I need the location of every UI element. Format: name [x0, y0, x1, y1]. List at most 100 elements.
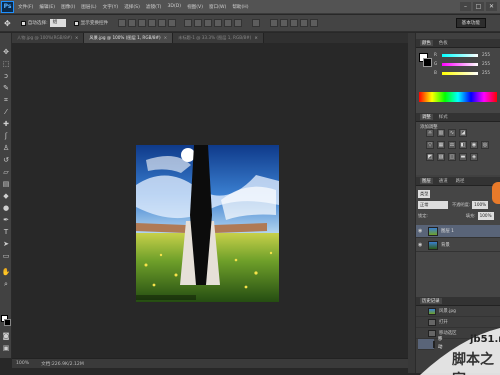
menu-layer[interactable]: 图层(L) [81, 4, 96, 10]
blur-tool-icon[interactable]: ◆ [1, 191, 11, 201]
3d-scale-icon[interactable] [310, 19, 319, 27]
tab-person[interactable]: 人物.jpg @ 100%(RGB/8#) × [12, 33, 85, 43]
menu-file[interactable]: 文件(F) [18, 4, 33, 10]
history-snapshot[interactable]: 风景.jpg [416, 306, 500, 317]
blue-track[interactable] [442, 72, 478, 75]
auto-select-checkbox[interactable] [20, 20, 26, 26]
stamp-tool-icon[interactable]: ♙ [1, 143, 11, 153]
menu-filter[interactable]: 滤镜(T) [146, 4, 162, 10]
distribute-left-icon[interactable] [214, 19, 223, 27]
lasso-tool-icon[interactable]: ↄ [1, 71, 11, 81]
blend-mode-dropdown[interactable]: 正常 [418, 200, 448, 209]
eye-icon[interactable]: ◉ [418, 228, 425, 234]
3d-slide-icon[interactable] [300, 19, 309, 27]
panel-color-swatches[interactable] [419, 53, 433, 67]
layer-name[interactable]: 背景 [441, 242, 450, 248]
threshold-icon[interactable]: ◫ [448, 153, 456, 161]
distribute-right-icon[interactable] [234, 19, 243, 27]
path-select-tool-icon[interactable]: ➤ [1, 239, 11, 249]
pen-tool-icon[interactable]: ✒ [1, 215, 11, 225]
green-value[interactable]: 255 [482, 61, 490, 66]
quick-mask-icon[interactable]: ◙ [1, 331, 11, 341]
tab-layers[interactable]: 图层 [420, 178, 433, 184]
zoom-tool-icon[interactable]: ⌕ [1, 279, 11, 289]
panel-background-color[interactable] [423, 58, 432, 67]
menu-window[interactable]: 窗口(W) [209, 4, 226, 10]
levels-icon[interactable]: ▥ [437, 129, 445, 137]
maximize-button[interactable]: □ [473, 2, 484, 11]
align-right-icon[interactable] [168, 19, 177, 27]
dodge-tool-icon[interactable]: ● [1, 203, 11, 213]
tab-channels[interactable]: 通道 [437, 178, 450, 184]
distribute-bottom-icon[interactable] [204, 19, 213, 27]
color-balance-icon[interactable]: ⚖ [448, 141, 456, 149]
menu-help[interactable]: 帮助(H) [232, 4, 248, 10]
zoom-level[interactable]: 100% [16, 361, 29, 366]
layer-row-layer1[interactable]: ◉ 图层 1 [416, 225, 500, 238]
tab-color[interactable]: 颜色 [420, 40, 433, 46]
move-tool-preset[interactable]: ✥ [4, 19, 11, 28]
black-white-icon[interactable]: ◧ [459, 141, 467, 149]
marquee-tool-icon[interactable]: ⬚ [1, 59, 11, 69]
hue-saturation-icon[interactable]: ▦ [437, 141, 445, 149]
distribute-top-icon[interactable] [184, 19, 193, 27]
red-value[interactable]: 255 [482, 52, 490, 57]
menu-3d[interactable]: 3D(D) [167, 4, 181, 10]
tab-untitled[interactable]: 未标题-1 @ 33.3% (图层 1, RGB/8#) × [173, 33, 264, 43]
layer-name[interactable]: 图层 1 [441, 228, 454, 234]
selective-color-icon[interactable]: ◈ [470, 153, 478, 161]
tab-scenery[interactable]: 风景.jpg @ 100% (图层 1, RGB/8#) × [84, 33, 174, 43]
history-item[interactable]: 打开 [416, 317, 500, 328]
green-slider[interactable]: G 255 [434, 61, 490, 66]
auto-align-icon[interactable] [252, 19, 261, 27]
minimize-button[interactable]: – [460, 2, 471, 11]
close-tab-icon[interactable]: × [164, 33, 168, 43]
gradient-map-icon[interactable]: ▬ [459, 153, 467, 161]
curves-icon[interactable]: ∿ [448, 129, 456, 137]
blue-value[interactable]: 255 [482, 70, 490, 75]
tab-paths[interactable]: 路径 [454, 178, 467, 184]
eyedropper-tool-icon[interactable]: ⁄ [1, 107, 11, 117]
posterize-icon[interactable]: ▨ [437, 153, 445, 161]
crop-tool-icon[interactable]: ⌗ [1, 95, 11, 105]
auto-select-dropdown[interactable]: 组 [49, 19, 66, 27]
layer-row-background[interactable]: ◉ 背景 [416, 239, 500, 252]
eraser-tool-icon[interactable]: ▱ [1, 167, 11, 177]
opacity-field[interactable]: 100% [472, 200, 489, 209]
eye-icon[interactable]: ◉ [418, 242, 425, 248]
close-button[interactable]: ✕ [486, 2, 497, 11]
fill-field[interactable]: 100% [477, 211, 494, 220]
align-top-icon[interactable] [118, 19, 127, 27]
green-track[interactable] [442, 63, 478, 66]
layer-kind-dropdown[interactable]: 类型 [418, 189, 431, 198]
tab-adjustments[interactable]: 调整 [420, 114, 433, 120]
red-slider[interactable]: R 255 [434, 52, 490, 57]
3d-rotate-icon[interactable] [270, 19, 279, 27]
menu-image[interactable]: 图像(I) [61, 4, 75, 10]
move-tool-icon[interactable]: ✥ [1, 47, 11, 57]
vibrance-icon[interactable]: ▽ [426, 141, 434, 149]
document-image[interactable] [136, 145, 279, 302]
color-spectrum[interactable] [419, 92, 497, 102]
menu-type[interactable]: 文字(Y) [103, 4, 119, 10]
3d-roll-icon[interactable] [280, 19, 289, 27]
menu-edit[interactable]: 编辑(E) [39, 4, 55, 10]
tab-history[interactable]: 历史记录 [420, 298, 442, 304]
channel-mixer-icon[interactable]: ◎ [481, 141, 489, 149]
close-tab-icon[interactable]: × [254, 33, 258, 43]
align-vcenter-icon[interactable] [128, 19, 137, 27]
menu-select[interactable]: 选择(S) [124, 4, 140, 10]
brush-tool-icon[interactable]: ʃ [1, 131, 11, 141]
invert-icon[interactable]: ◩ [426, 153, 434, 161]
red-track[interactable] [442, 54, 478, 57]
screen-mode-icon[interactable]: ▣ [1, 343, 11, 353]
align-hcenter-icon[interactable] [158, 19, 167, 27]
align-left-icon[interactable] [148, 19, 157, 27]
hand-tool-icon[interactable]: ✋ [1, 267, 11, 277]
distribute-hcenter-icon[interactable] [224, 19, 233, 27]
photo-filter-icon[interactable]: ◉ [470, 141, 478, 149]
tab-swatches[interactable]: 色板 [437, 40, 450, 46]
show-transform-checkbox[interactable] [73, 20, 79, 26]
gradient-tool-icon[interactable]: ▤ [1, 179, 11, 189]
3d-drag-icon[interactable] [290, 19, 299, 27]
